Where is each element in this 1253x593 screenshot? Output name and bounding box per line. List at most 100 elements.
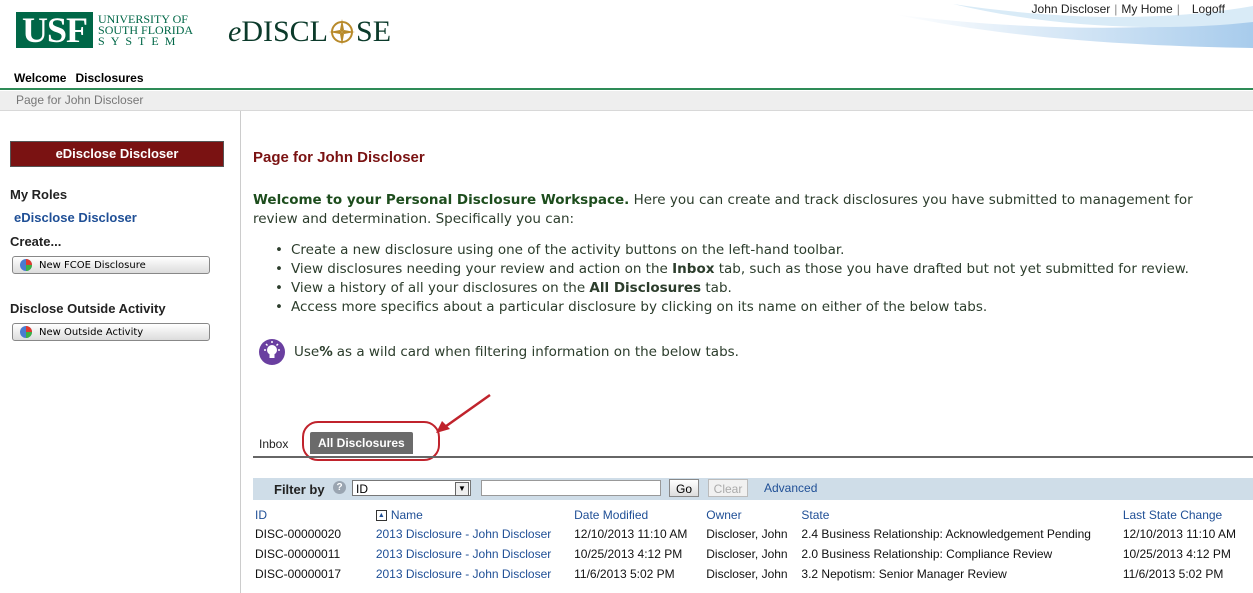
top-links: John Discloser | My Home | Logoff [1032,2,1225,16]
role-header: eDisclose Discloser [10,141,224,167]
new-outside-activity-button[interactable]: New Outside Activity [12,323,210,341]
top-nav: Welcome Disclosures [0,70,1253,88]
cell-name: 2013 Disclosure - John Discloser [374,524,572,544]
cell-state: 2.4 Business Relationship: Acknowledgeme… [801,527,1091,541]
filter-select-value: ID [356,482,368,496]
advanced-link[interactable]: Advanced [764,481,817,495]
list-item: View a history of all your disclosures o… [275,279,1253,298]
bullet-text: View disclosures needing your review and… [290,261,673,277]
usf-logo-line3: SYSTEM [98,34,182,48]
intro-bold: Welcome to your Personal Disclosure Work… [253,192,630,208]
tip-wildcard: % [319,344,333,360]
nav-disclosures[interactable]: Disclosures [75,71,143,85]
usf-logo: USF UNIVERSITY OF SOUTH FLORIDA SYSTEM [16,12,193,48]
edisclose-logo-part1: DISCL [241,15,329,48]
nav-welcome[interactable]: Welcome [14,71,66,85]
cell-id: DISC-00000011 [255,547,341,561]
my-roles-heading: My Roles [10,187,68,202]
logoff-link[interactable]: Logoff [1192,2,1225,16]
breadcrumb: Page for John Discloser [0,91,1253,111]
tab-bar: Inbox All Disclosures [253,421,1253,461]
outside-activity-heading: Disclose Outside Activity [10,301,166,316]
cell-owner: Discloser, John [706,567,788,581]
help-icon[interactable]: ? [333,481,346,494]
go-button[interactable]: Go [669,479,699,497]
filter-bar: Filter by ? ID ▼ Go Clear Advanced [253,478,1253,500]
col-state[interactable]: State [799,506,1120,524]
lightbulb-icon [259,339,285,365]
usf-logo-mark: USF [16,12,94,48]
edisclose-logo-part2: SE [356,15,392,48]
table-row: DISC-00000020 2013 Disclosure - John Dis… [253,524,1253,544]
cell-last-state-change: 12/10/2013 11:10 AM [1122,527,1237,541]
table-header-row: ID ▲ Name Date Modified Owner State Last … [253,506,1253,524]
usf-logo-text: UNIVERSITY OF SOUTH FLORIDA SYSTEM [98,12,193,48]
cell-id: DISC-00000017 [255,567,342,581]
disclosure-name-link[interactable]: 2013 Disclosure - John Discloser [376,567,551,581]
feature-list: Create a new disclosure using one of the… [275,241,1253,317]
new-fcoe-disclosure-button[interactable]: New FCOE Disclosure [12,256,210,274]
tab-inbox[interactable]: Inbox [259,437,288,451]
list-item: Create a new disclosure using one of the… [275,241,1253,260]
filter-field-select[interactable]: ID ▼ [352,480,471,496]
col-date-modified[interactable]: Date Modified [572,506,704,524]
clear-button[interactable]: Clear [708,479,748,497]
nav-divider [0,88,1253,90]
disclosures-table: ID ▲ Name Date Modified Owner State Last … [253,506,1253,584]
my-home-link[interactable]: My Home [1121,2,1172,16]
chevron-down-icon: ▼ [455,482,469,496]
breadcrumb-text: Page for John Discloser [16,93,144,107]
disclosure-name-link[interactable]: 2013 Disclosure - John Discloser [376,527,551,541]
cell-name: 2013 Disclosure - John Discloser [374,544,572,564]
table-row: DISC-00000017 2013 Disclosure - John Dis… [253,564,1253,584]
header: USF UNIVERSITY OF SOUTH FLORIDA SYSTEM e… [0,0,1253,68]
activity-icon [20,259,32,271]
compass-icon [329,19,356,45]
role-link[interactable]: eDisclose Discloser [14,210,137,225]
cell-date-modified: 10/25/2013 4:12 PM [574,547,683,561]
cell-owner: Discloser, John [706,547,788,561]
col-id[interactable]: ID [253,506,374,524]
new-outside-label: New Outside Activity [39,326,144,338]
filter-label: Filter by [274,482,325,497]
list-item: Access more specifics about a particular… [275,298,1253,317]
bullet-text: View a history of all your disclosures o… [290,280,590,296]
col-name-label: Name [390,508,423,522]
bullet-text: tab. [701,280,732,296]
cell-last-state-change: 10/25/2013 4:12 PM [1122,547,1231,561]
cell-state: 3.2 Nepotism: Senior Manager Review [801,567,1007,581]
table-row: DISC-00000011 2013 Disclosure - John Dis… [253,544,1253,564]
disclosure-name-link[interactable]: 2013 Disclosure - John Discloser [376,547,551,561]
cell-owner: Discloser, John [706,527,788,541]
cell-last-state-change: 11/6/2013 5:02 PM [1122,567,1224,581]
cell-id: DISC-00000020 [255,527,342,541]
bullet-text: tab, such as those you have drafted but … [714,261,1189,277]
tab-divider [253,456,1253,458]
highlight-annotation [302,421,440,461]
new-fcoe-label: New FCOE Disclosure [39,259,146,271]
cell-date-modified: 11/6/2013 5:02 PM [574,567,675,581]
bullet-bold: Inbox [672,261,715,277]
intro-paragraph: Welcome to your Personal Disclosure Work… [253,191,1233,229]
tip-text-post: as a wild card when filtering informatio… [336,344,739,360]
sort-icon: ▲ [375,510,387,522]
col-last-state-change[interactable]: Last State Change [1121,506,1253,524]
tip: Use % as a wild card when filtering info… [258,338,739,366]
page-title: Page for John Discloser [253,149,425,166]
activity-icon [20,326,32,338]
list-item: View disclosures needing your review and… [275,260,1253,279]
sidebar: eDisclose Discloser My Roles eDisclose D… [0,111,241,593]
cell-state: 2.0 Business Relationship: Compliance Re… [801,547,1053,561]
col-name[interactable]: ▲ Name [374,506,572,524]
user-name: John Discloser [1031,2,1111,16]
separator: | [1114,2,1118,16]
filter-value-input[interactable] [481,480,661,496]
tip-text-pre: Use [294,344,320,360]
bullet-text: Access more specifics about a particular… [290,299,988,315]
edisclose-logo: e DISCL SE [228,12,391,52]
cell-date-modified: 12/10/2013 11:10 AM [574,527,688,541]
separator: | [1176,2,1180,16]
bullet-text: Create a new disclosure using one of the… [290,242,845,258]
bullet-bold: All Disclosures [589,280,702,296]
col-owner[interactable]: Owner [704,506,799,524]
